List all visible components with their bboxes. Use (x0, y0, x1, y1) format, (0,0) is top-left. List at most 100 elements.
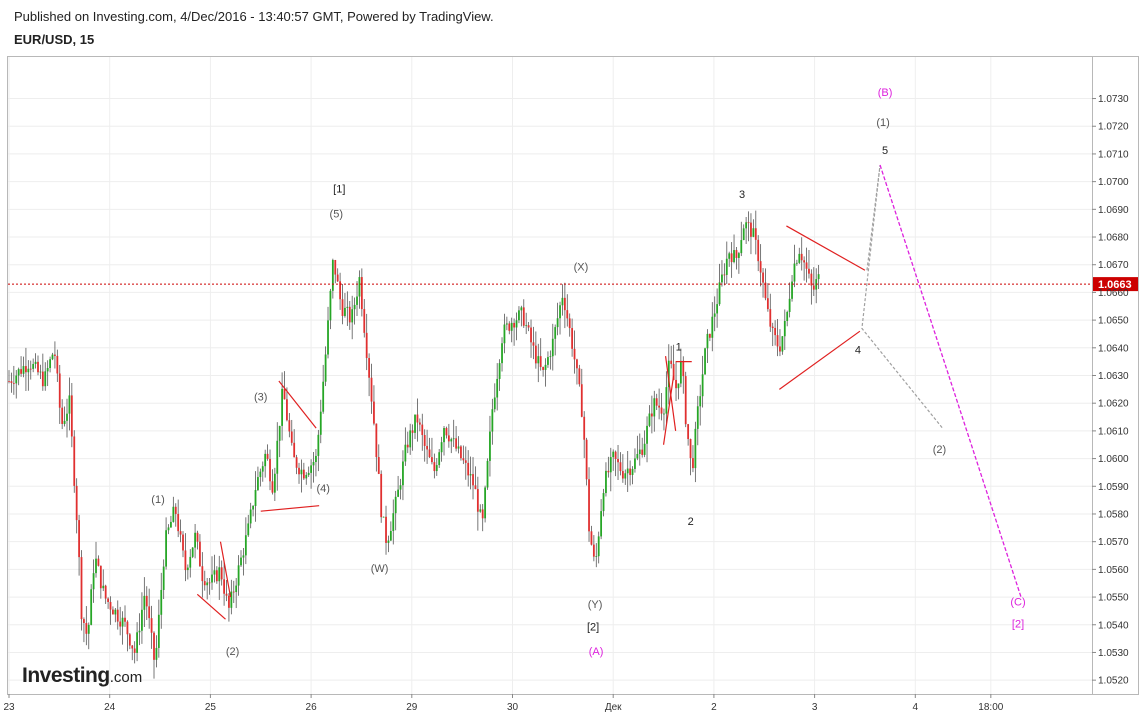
y-tick-label: 1.0520 (1098, 676, 1129, 687)
candle-body (87, 624, 90, 634)
candle-body (462, 458, 465, 461)
candle-body (32, 363, 35, 369)
wave-label: [2] (1012, 619, 1024, 631)
candle-body (138, 630, 141, 633)
candle-body (783, 320, 786, 337)
candle-body (358, 277, 361, 297)
candle-body (131, 645, 134, 649)
candle-body (162, 566, 165, 590)
candle-body (634, 458, 636, 469)
candle-body (496, 378, 499, 398)
candle-body (399, 485, 402, 490)
candle-body (17, 369, 20, 376)
candle-body (435, 465, 438, 472)
wave-label: (5) (330, 209, 343, 221)
x-tick-label: 30 (507, 702, 519, 713)
candle-body (46, 368, 49, 372)
candle-body (534, 345, 537, 364)
wave-label: (X) (574, 261, 589, 273)
candle-body (22, 366, 25, 374)
candle-body (107, 598, 109, 602)
candle-body (597, 536, 600, 557)
candle-body (757, 239, 760, 262)
candle-body (312, 462, 315, 466)
candle-body (307, 472, 310, 475)
candle-body (112, 609, 114, 615)
candle-body (660, 407, 663, 414)
candle-body (580, 384, 583, 417)
candle-body (397, 489, 400, 497)
candle-body (614, 451, 617, 460)
wave-label: (Y) (588, 599, 603, 611)
candle-body (315, 455, 317, 463)
candle-body (201, 566, 204, 582)
candle-body (373, 401, 375, 424)
candle-body (747, 222, 750, 224)
candle-body (148, 606, 151, 619)
candle-body (619, 462, 622, 472)
wave-label: 2 (688, 516, 694, 528)
candle-body (353, 304, 356, 310)
candle-body (273, 473, 276, 493)
candle-body (735, 250, 738, 258)
candle-body (800, 253, 803, 261)
candle-body (573, 348, 576, 360)
candle-body (617, 459, 619, 463)
candle-body (322, 381, 325, 412)
price-chart[interactable]: [1](5)(1)(2)(3)(4)(W)(X)(Y)[2](A)12345(1… (0, 0, 1144, 720)
candle-body (505, 323, 508, 325)
candle-body (754, 228, 757, 240)
candle-body (513, 322, 516, 328)
candle-body (713, 313, 716, 317)
candle-body (433, 462, 436, 472)
candle-body (95, 558, 97, 574)
candle-body (290, 431, 293, 443)
candle-body (302, 469, 305, 479)
candle-body (561, 297, 564, 306)
wave-label: (4) (316, 483, 329, 495)
candle-body (554, 327, 557, 339)
candle-body (431, 457, 433, 463)
candle-body (440, 442, 443, 453)
candle-body (759, 261, 762, 273)
candle-body (380, 473, 383, 518)
candle-body (286, 399, 288, 421)
candle-body (143, 595, 146, 610)
x-tick-label: 3 (812, 702, 818, 713)
y-tick-label: 1.0620 (1098, 399, 1129, 410)
candle-body (271, 481, 274, 493)
candle-body (189, 556, 192, 568)
wave-label: 5 (882, 145, 888, 157)
candle-body (786, 311, 789, 321)
candle-body (295, 457, 298, 468)
candle-body (10, 381, 13, 383)
y-tick-label: 1.0700 (1098, 177, 1129, 188)
candle-body (689, 439, 692, 459)
candle-body (510, 322, 513, 331)
candle-body (612, 451, 615, 458)
candle-body (576, 359, 578, 369)
candle-body (213, 570, 216, 575)
candle-body (85, 622, 88, 634)
candle-body (237, 565, 240, 586)
x-tick-label: 29 (406, 702, 418, 713)
candle-body (721, 274, 723, 283)
candle-body (578, 368, 581, 385)
candle-body (677, 383, 680, 389)
candle-body (288, 420, 291, 432)
candle-body (568, 318, 571, 329)
candle-body (621, 471, 624, 479)
candle-body (133, 648, 136, 653)
candle-body (532, 342, 535, 346)
candle-body (351, 309, 354, 323)
wave-label: (B) (878, 87, 893, 99)
candle-body (179, 531, 182, 535)
candle-body (126, 621, 129, 635)
candle-body (54, 354, 56, 356)
candle-body (723, 274, 726, 276)
candle-body (489, 431, 491, 461)
candle-body (51, 354, 54, 360)
wave-label: [2] (587, 621, 599, 633)
candle-body (609, 457, 612, 473)
candle-body (75, 485, 78, 521)
